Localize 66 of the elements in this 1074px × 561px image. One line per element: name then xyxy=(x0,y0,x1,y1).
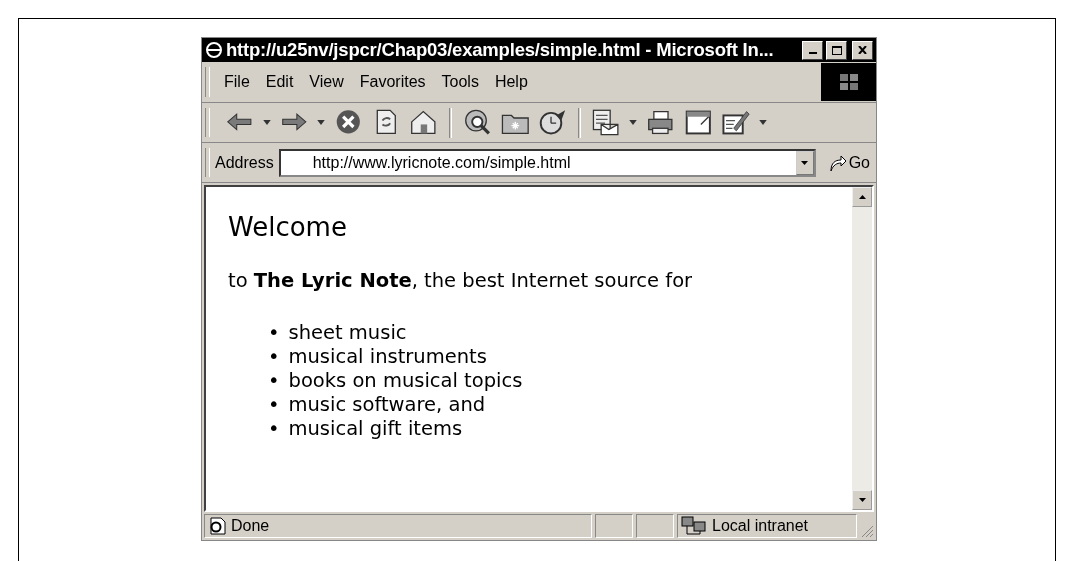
dropdown-arrow-icon xyxy=(801,160,809,165)
dropdown-button[interactable] xyxy=(795,150,814,175)
printer-button[interactable] xyxy=(646,109,675,136)
bullet: • xyxy=(268,369,280,393)
mail-button[interactable] xyxy=(591,109,621,136)
menu-item[interactable]: Help xyxy=(486,71,536,93)
caret-button[interactable] xyxy=(317,120,326,125)
caret-icon xyxy=(262,120,271,125)
minimize-button[interactable] xyxy=(802,40,823,60)
caret-icon xyxy=(629,120,638,125)
stop-icon xyxy=(334,109,363,136)
intro-text: to The Lyric Note, the best Internet source for xyxy=(228,269,693,292)
menu-item[interactable]: Tools xyxy=(433,71,487,93)
menu-item[interactable]: Favorites xyxy=(351,71,434,93)
caret-button[interactable] xyxy=(262,120,271,125)
search-icon xyxy=(462,109,492,136)
caret-icon xyxy=(759,120,768,125)
scroll-down-arrow-icon xyxy=(858,498,866,502)
edit-button[interactable] xyxy=(721,109,751,136)
window-icon xyxy=(683,109,713,136)
printer-icon xyxy=(646,109,675,136)
home-icon xyxy=(409,109,438,136)
caret-icon xyxy=(317,120,326,125)
bullet: • xyxy=(268,417,280,441)
resize-grip-icon[interactable] xyxy=(860,524,874,538)
mail-icon xyxy=(591,109,621,136)
bullet: • xyxy=(268,393,280,417)
menu-item[interactable]: File xyxy=(216,71,258,93)
clock-button[interactable] xyxy=(538,109,567,136)
maximize-icon xyxy=(831,45,842,55)
caret-button[interactable] xyxy=(759,120,768,125)
window-button[interactable] xyxy=(683,109,713,136)
bullet: • xyxy=(268,345,280,369)
list-item: books on musical topics xyxy=(288,369,523,393)
close-icon xyxy=(858,46,867,54)
page-icon xyxy=(208,517,226,535)
search-button[interactable] xyxy=(462,109,492,136)
bullet: • xyxy=(268,321,280,345)
status-pane xyxy=(595,514,633,538)
scroll-up-button[interactable] xyxy=(852,187,872,207)
go-button[interactable]: Go xyxy=(820,153,870,172)
scrollbar[interactable] xyxy=(852,187,872,510)
clock-icon xyxy=(538,109,567,136)
close-button[interactable] xyxy=(852,40,873,60)
stop-button[interactable] xyxy=(334,109,363,136)
list-item: sheet music xyxy=(288,321,407,345)
go-arrow-icon xyxy=(828,153,847,172)
status-pane xyxy=(636,514,674,538)
maximize-button[interactable] xyxy=(826,40,847,60)
list-item: musical instruments xyxy=(288,345,487,369)
address-label: Address xyxy=(215,153,274,172)
address-field[interactable]: http://www.lyricnote.com/simple.html xyxy=(278,148,816,177)
home-button[interactable] xyxy=(409,109,438,136)
menu-item[interactable]: View xyxy=(301,71,352,93)
list-item: musical gift items xyxy=(288,417,463,441)
browser-icon xyxy=(205,41,223,59)
status-text: Done xyxy=(231,517,270,535)
list-item: music software, and xyxy=(288,393,486,417)
caret-button[interactable] xyxy=(629,120,638,125)
window-title: http://u25nv/jspcr/Chap03/examples/simple.html - Microsoft In... xyxy=(226,39,775,61)
scroll-down-button[interactable] xyxy=(852,490,872,510)
scroll-up-arrow-icon xyxy=(858,195,866,199)
zone-text: Local intranet xyxy=(712,517,809,535)
page-heading: Welcome xyxy=(228,211,347,243)
menu-item[interactable]: Edit xyxy=(257,71,302,93)
edit-icon xyxy=(721,109,751,136)
